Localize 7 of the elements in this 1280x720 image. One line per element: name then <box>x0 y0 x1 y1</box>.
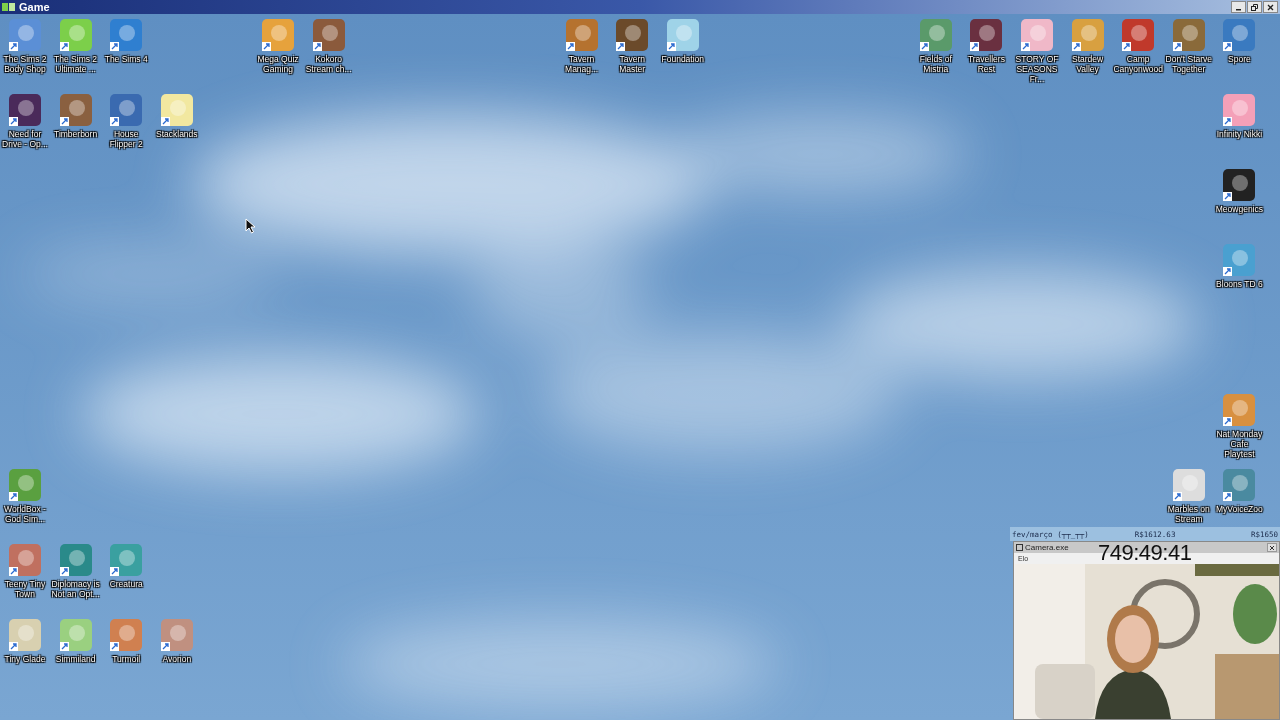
minimize-button[interactable] <box>1231 1 1246 13</box>
window-icon <box>2 2 16 12</box>
restore-icon <box>1251 3 1258 11</box>
close-icon <box>1267 3 1274 11</box>
close-button[interactable] <box>1263 1 1278 13</box>
restore-button[interactable] <box>1247 1 1262 13</box>
window-title: Game <box>19 1 50 13</box>
